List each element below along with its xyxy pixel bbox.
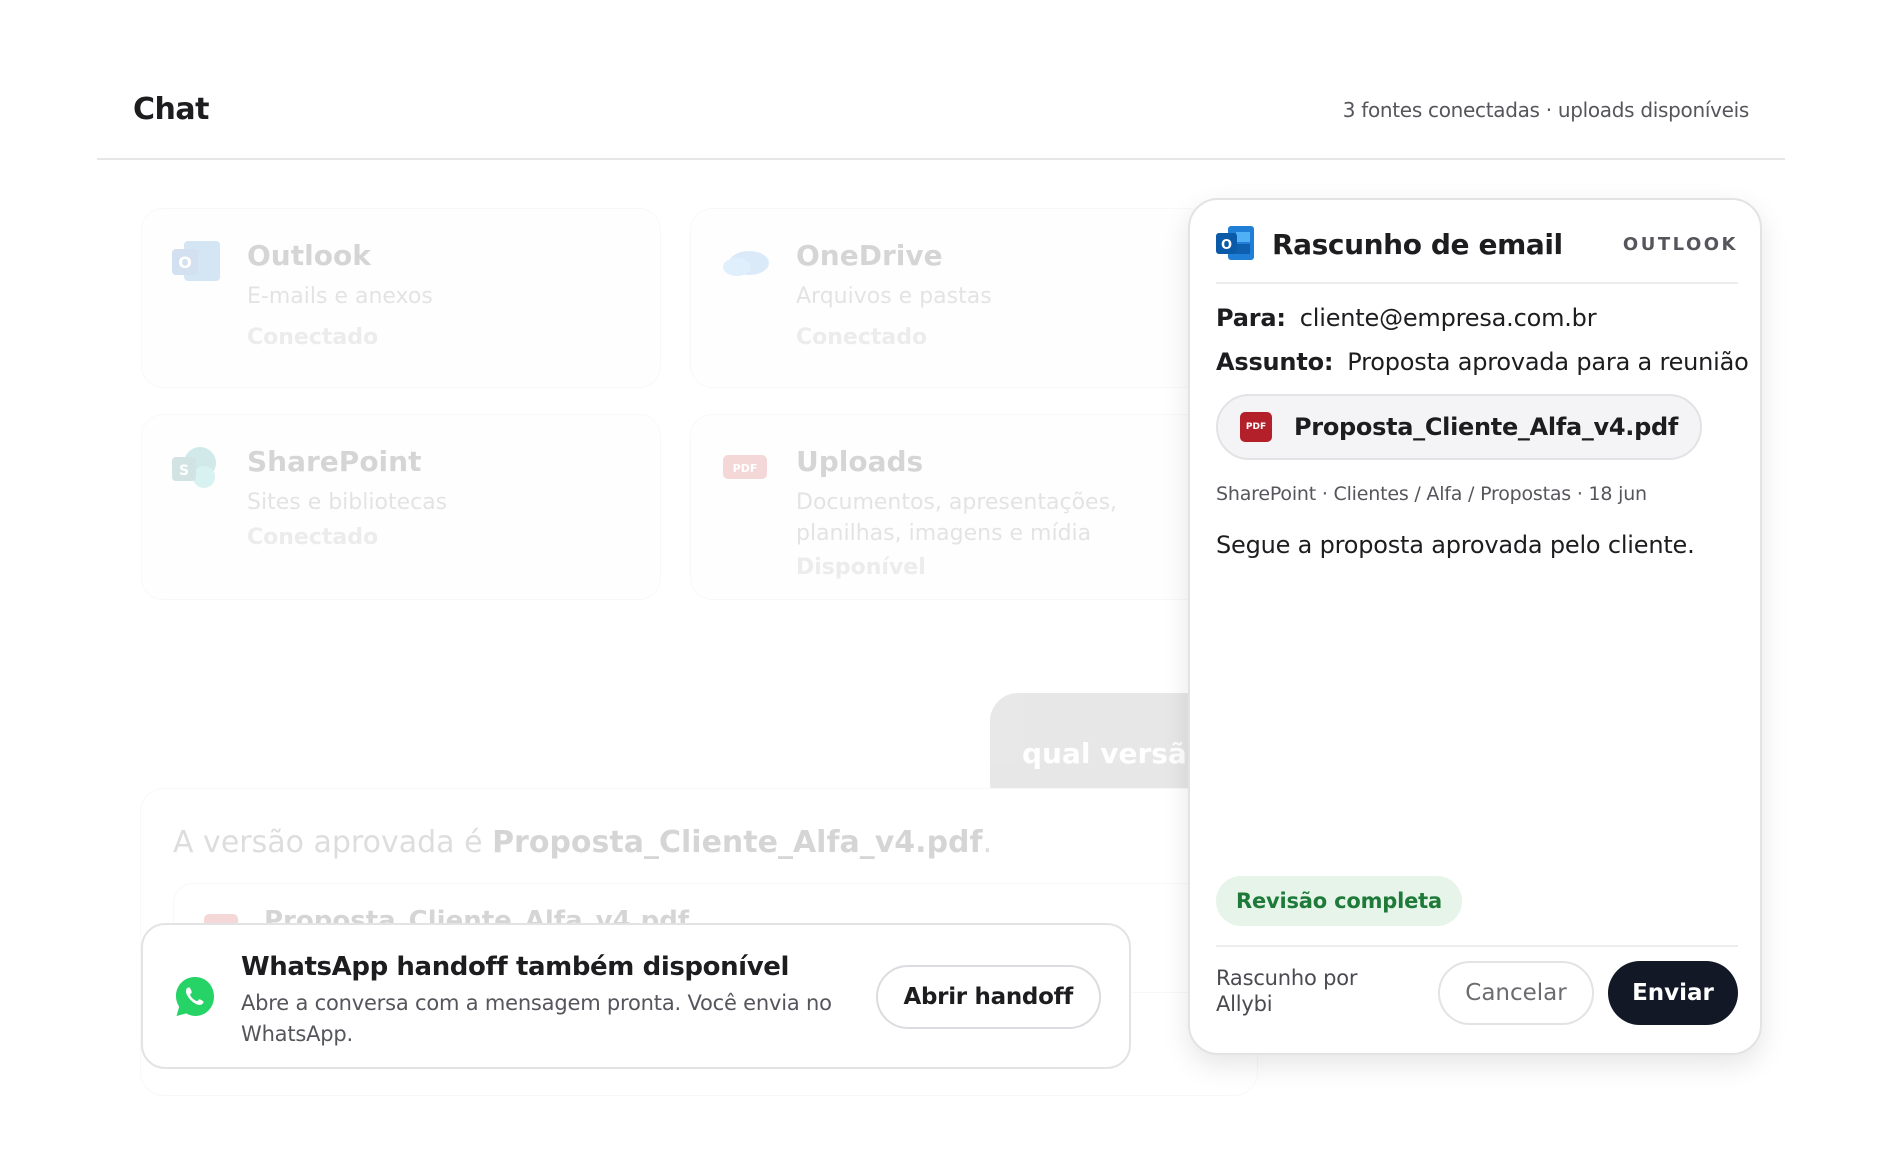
send-button[interactable]: Enviar (1608, 961, 1738, 1025)
svg-text:S: S (179, 463, 189, 479)
to-field[interactable]: Para: cliente@empresa.com.br (1216, 304, 1597, 332)
draft-header: O Rascunho de email OUTLOOK (1216, 224, 1738, 284)
source-desc: E-mails e anexos (247, 284, 433, 309)
svg-text:O: O (178, 253, 192, 272)
answer-file-name: Proposta_Cliente_Alfa_v4.pdf (492, 825, 983, 860)
attachment-name: Proposta_Cliente_Alfa_v4.pdf (1294, 413, 1679, 441)
source-card-sharepoint[interactable]: S SharePoint Sites e bibliotecas Conecta… (141, 414, 661, 600)
source-state: Conectado (247, 325, 379, 350)
to-value: cliente@empresa.com.br (1299, 304, 1597, 332)
source-state: Conectado (247, 525, 379, 550)
source-state: Conectado (796, 325, 928, 350)
attachment-meta: SharePoint · Clientes / Alfa / Propostas… (1216, 483, 1647, 505)
subject-label: Assunto: (1216, 348, 1334, 376)
onedrive-icon (723, 251, 769, 276)
answer-suffix: . (982, 825, 993, 860)
whatsapp-description: Abre a conversa com a mensagem pronta. V… (241, 991, 832, 1046)
svg-text:PDF: PDF (733, 462, 758, 475)
drafted-by-label: Rascunho por Allybi (1216, 966, 1358, 1016)
cancel-button[interactable]: Cancelar (1438, 961, 1594, 1025)
source-card-uploads[interactable]: PDF Uploads Documentos, apresentações, p… (690, 414, 1210, 600)
source-state: Disponível (796, 555, 926, 580)
whatsapp-icon (176, 977, 214, 1016)
pdf-icon: PDF (1240, 412, 1272, 442)
source-desc: Sites e bibliotecas (247, 490, 448, 515)
source-name: Uploads (796, 445, 924, 478)
source-card-outlook[interactable]: O Outlook E-mails e anexos Conectado (141, 208, 661, 388)
email-draft-panel: O Rascunho de email OUTLOOK Para: cliente… (1188, 198, 1762, 1055)
draft-source-tag: OUTLOOK (1622, 234, 1738, 255)
email-body[interactable]: Segue a proposta aprovada pelo cliente. (1216, 531, 1695, 559)
to-label: Para: (1216, 304, 1286, 332)
source-desc: Documentos, apresentações, planilhas, im… (796, 490, 1118, 546)
draft-title: Rascunho de email (1272, 228, 1563, 261)
answer-prefix: A versão aprovada é (173, 825, 493, 860)
whatsapp-handoff-card: WhatsApp handoff também disponível Abre … (141, 923, 1131, 1069)
source-name: Outlook (247, 239, 371, 272)
source-desc: Arquivos e pastas (796, 284, 992, 309)
answer-text: A versão aprovada é Proposta_Cliente_Alf… (173, 825, 992, 860)
outlook-icon: O (172, 241, 220, 281)
source-name: SharePoint (247, 445, 422, 478)
outlook-icon: O (1216, 226, 1254, 260)
divider (1216, 945, 1738, 947)
subject-value: Proposta aprovada para a reunião (1347, 348, 1749, 376)
sharepoint-icon: S (172, 447, 216, 488)
open-handoff-button[interactable]: Abrir handoff (875, 965, 1101, 1029)
draft-attachment-chip[interactable]: PDF Proposta_Cliente_Alfa_v4.pdf (1216, 394, 1703, 460)
pdf-icon: PDF (723, 455, 767, 479)
review-status-badge: Revisão completa (1216, 876, 1462, 926)
source-name: OneDrive (796, 239, 943, 272)
source-card-onedrive[interactable]: OneDrive Arquivos e pastas Conectado (690, 208, 1210, 388)
subject-field[interactable]: Assunto: Proposta aprovada para a reunião (1216, 348, 1749, 376)
svg-text:O: O (1221, 238, 1232, 253)
whatsapp-title: WhatsApp handoff também disponível (241, 952, 789, 982)
